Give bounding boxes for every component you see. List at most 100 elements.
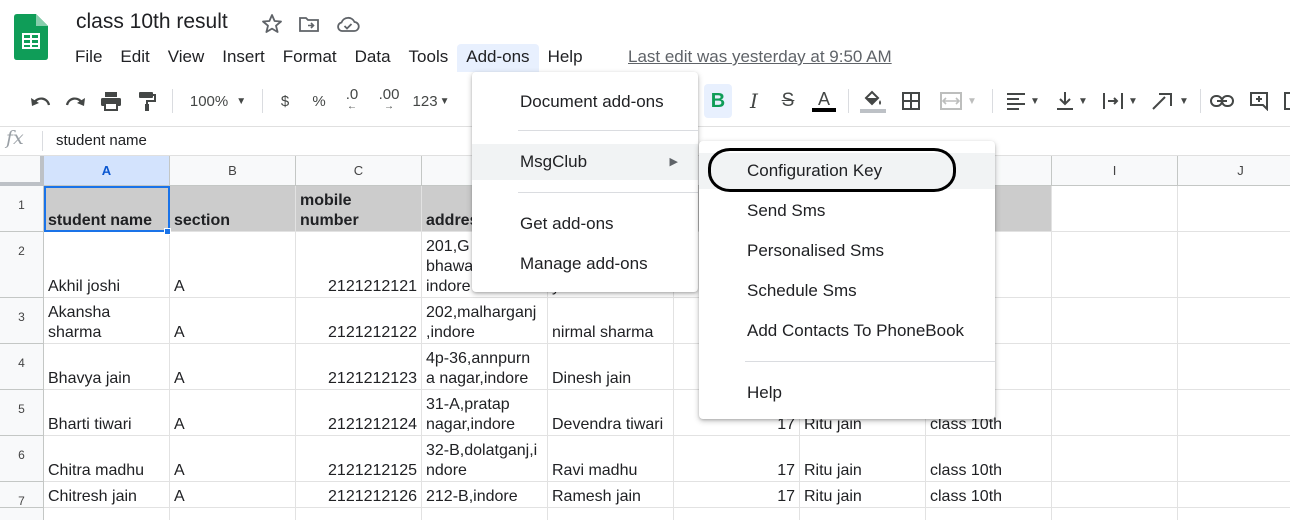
- table-cell[interactable]: [1052, 186, 1178, 232]
- table-cell[interactable]: nirmal sharma: [548, 298, 674, 344]
- table-cell[interactable]: class 10th: [926, 436, 1052, 482]
- last-edit-link[interactable]: Last edit was yesterday at 9:50 AM: [628, 47, 892, 67]
- menu-item-schedule-sms[interactable]: Schedule Sms: [699, 273, 995, 309]
- table-cell[interactable]: 2121212123: [296, 344, 422, 390]
- cloud-status-icon[interactable]: [335, 12, 360, 36]
- table-cell[interactable]: 2121212121: [296, 232, 422, 298]
- table-cell[interactable]: [1052, 390, 1178, 436]
- table-cell[interactable]: [1178, 508, 1290, 520]
- menu-addons[interactable]: Add-ons: [457, 44, 539, 72]
- table-cell[interactable]: [800, 508, 926, 520]
- insert-comment-icon[interactable]: [1246, 84, 1272, 118]
- select-all-corner[interactable]: [0, 156, 44, 186]
- column-header-a[interactable]: A: [44, 156, 170, 186]
- menu-edit[interactable]: Edit: [111, 44, 158, 72]
- move-folder-icon[interactable]: [297, 12, 321, 36]
- currency-format-button[interactable]: $: [274, 84, 296, 118]
- table-cell[interactable]: [1052, 508, 1178, 520]
- table-cell[interactable]: [170, 508, 296, 520]
- table-cell[interactable]: [1052, 344, 1178, 390]
- menu-item-send-sms[interactable]: Send Sms: [699, 193, 995, 229]
- table-cell[interactable]: [1178, 298, 1290, 344]
- row-header[interactable]: 6: [0, 436, 44, 482]
- table-cell[interactable]: Bhavya jain: [44, 344, 170, 390]
- undo-icon[interactable]: [28, 84, 54, 118]
- more-formats-dropdown[interactable]: 123 ▼: [408, 84, 454, 118]
- table-cell[interactable]: Ritu jain: [800, 482, 926, 508]
- table-cell[interactable]: 202,malharganj ,indore: [422, 298, 548, 344]
- insert-chart-icon[interactable]: [1280, 84, 1290, 118]
- paint-format-icon[interactable]: [134, 84, 160, 118]
- table-cell[interactable]: 222-A,surya: [422, 508, 548, 520]
- italic-button[interactable]: I: [742, 84, 766, 118]
- table-cell[interactable]: 2121212124: [296, 390, 422, 436]
- table-cell[interactable]: [1178, 186, 1290, 232]
- column-header-c[interactable]: C: [296, 156, 422, 186]
- table-cell[interactable]: Chitresh jain: [44, 482, 170, 508]
- row-header[interactable]: 1: [0, 186, 44, 232]
- menu-view[interactable]: View: [159, 44, 214, 72]
- row-header[interactable]: 5: [0, 390, 44, 436]
- menu-item-manage-addons[interactable]: Manage add-ons: [472, 246, 698, 282]
- table-cell[interactable]: 2121212125: [296, 436, 422, 482]
- table-cell[interactable]: [1178, 344, 1290, 390]
- document-title[interactable]: class 10th result: [76, 10, 228, 34]
- selection-handle[interactable]: [164, 228, 171, 235]
- table-cell[interactable]: A: [170, 344, 296, 390]
- menu-item-add-contacts[interactable]: Add Contacts To PhoneBook: [699, 313, 995, 349]
- table-cell[interactable]: [44, 508, 170, 520]
- menu-format[interactable]: Format: [274, 44, 346, 72]
- table-cell[interactable]: Ravi madhu: [548, 436, 674, 482]
- table-cell[interactable]: A: [170, 390, 296, 436]
- table-cell[interactable]: Ramesh jain: [548, 482, 674, 508]
- bold-button[interactable]: B: [704, 84, 732, 118]
- table-cell[interactable]: 212-B,indore: [422, 482, 548, 508]
- table-cell[interactable]: [1178, 482, 1290, 508]
- table-cell[interactable]: 17: [674, 482, 800, 508]
- table-cell[interactable]: [1052, 298, 1178, 344]
- table-cell[interactable]: A: [170, 436, 296, 482]
- text-rotation-icon[interactable]: ▼: [1148, 84, 1192, 118]
- table-cell[interactable]: class 10th: [926, 482, 1052, 508]
- row-header[interactable]: 2: [0, 232, 44, 298]
- table-cell[interactable]: [1052, 482, 1178, 508]
- table-cell[interactable]: 2121212126: [296, 482, 422, 508]
- table-cell[interactable]: 2121212122: [296, 298, 422, 344]
- print-icon[interactable]: [98, 84, 124, 118]
- column-header-i[interactable]: I: [1052, 156, 1178, 186]
- table-cell[interactable]: Dinesh jain: [548, 344, 674, 390]
- row-header[interactable]: 4: [0, 344, 44, 390]
- column-header-j[interactable]: J: [1178, 156, 1290, 186]
- table-cell[interactable]: 32-B,dolatganj,i ndore: [422, 436, 548, 482]
- column-header-b[interactable]: B: [170, 156, 296, 186]
- menu-file[interactable]: File: [66, 44, 111, 72]
- table-cell[interactable]: 4p-36,annpurn a nagar,indore: [422, 344, 548, 390]
- table-cell[interactable]: A: [170, 482, 296, 508]
- zoom-dropdown[interactable]: 100% ▼: [182, 84, 254, 118]
- menu-help[interactable]: Help: [539, 44, 592, 72]
- menu-tools[interactable]: Tools: [400, 44, 458, 72]
- formula-input[interactable]: student name: [56, 132, 147, 149]
- table-cell[interactable]: 17: [674, 436, 800, 482]
- text-wrapping-icon[interactable]: ▼: [1098, 84, 1142, 118]
- table-cell[interactable]: Bharti tiwari: [44, 390, 170, 436]
- table-cell[interactable]: Chitra madhu: [44, 436, 170, 482]
- decrease-decimal-button[interactable]: .0 ←: [338, 84, 366, 118]
- fill-color-icon[interactable]: [858, 84, 888, 118]
- table-cell[interactable]: Akhil joshi: [44, 232, 170, 298]
- table-cell[interactable]: [926, 508, 1052, 520]
- row-header[interactable]: 3: [0, 298, 44, 344]
- increase-decimal-button[interactable]: .00 →: [374, 84, 404, 118]
- table-cell[interactable]: A: [170, 298, 296, 344]
- table-cell[interactable]: [1178, 232, 1290, 298]
- menu-insert[interactable]: Insert: [213, 44, 274, 72]
- table-cell[interactable]: [674, 508, 800, 520]
- row-header[interactable]: [0, 508, 44, 520]
- table-cell[interactable]: [1178, 436, 1290, 482]
- percent-format-button[interactable]: %: [308, 84, 330, 118]
- borders-icon[interactable]: [898, 84, 924, 118]
- strikethrough-button[interactable]: S: [776, 84, 800, 118]
- table-cell[interactable]: [1178, 390, 1290, 436]
- menu-item-document-addons[interactable]: Document add-ons: [472, 84, 698, 120]
- text-color-button[interactable]: A: [810, 84, 838, 118]
